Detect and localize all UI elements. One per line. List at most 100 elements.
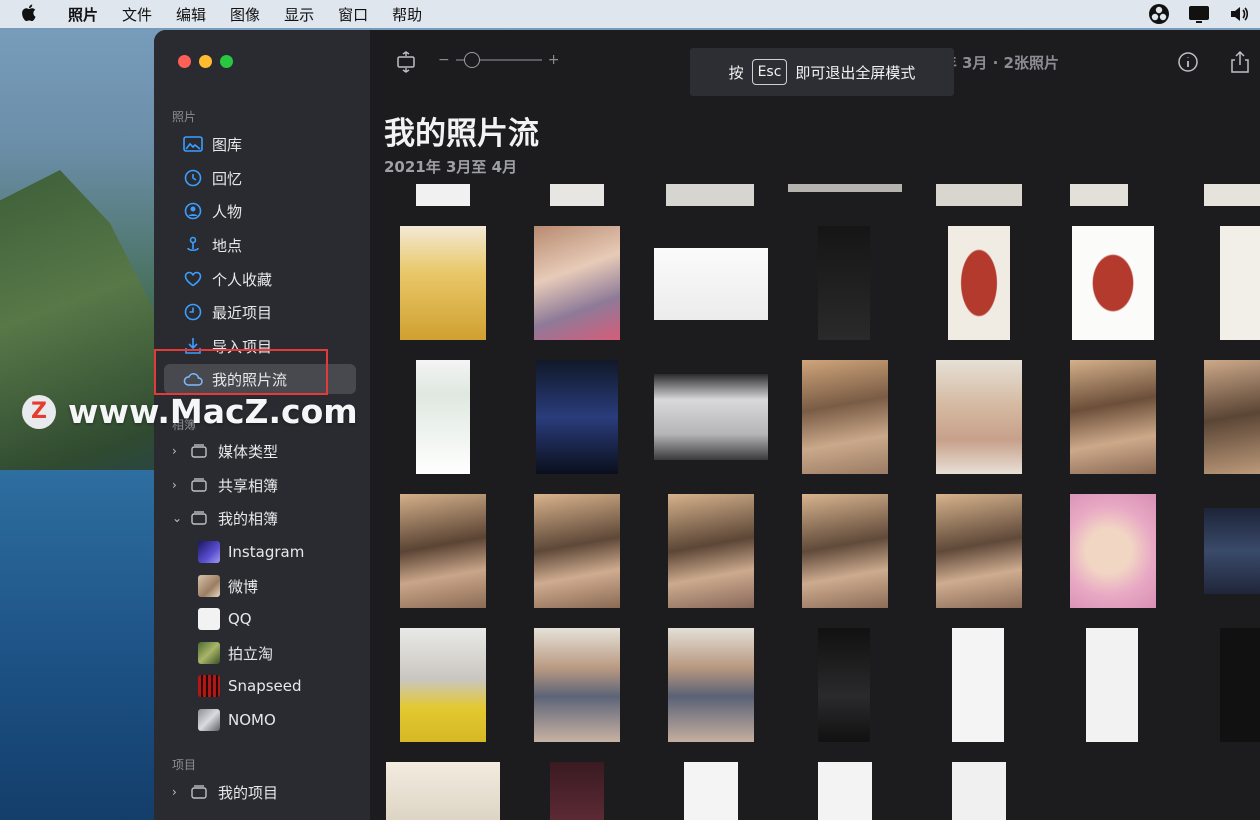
photo-thumbnail[interactable] <box>536 360 618 474</box>
photo-thumbnail[interactable] <box>400 494 486 608</box>
folder-icon <box>188 440 210 462</box>
places-icon <box>182 234 204 256</box>
photo-thumbnail[interactable] <box>550 184 604 206</box>
sidebar-item-library[interactable]: 图库 <box>164 129 356 159</box>
zoom-knob[interactable] <box>463 52 480 68</box>
volume-icon[interactable] <box>1228 4 1250 24</box>
photo-thumbnail[interactable] <box>534 628 620 742</box>
main-content: − + 2021年 3月 · 2张照片 按 Esc 即可退出全屏模式 我的照片流… <box>370 30 1260 820</box>
photo-thumbnail[interactable] <box>416 184 470 206</box>
photo-thumbnail[interactable] <box>818 762 872 820</box>
photo-thumbnail[interactable] <box>1220 226 1260 340</box>
menu-photos[interactable]: 照片 <box>56 4 110 25</box>
photo-thumbnail[interactable] <box>400 226 486 340</box>
menu-edit[interactable]: 编辑 <box>164 4 218 25</box>
chevron-right-icon[interactable]: › <box>172 444 184 458</box>
photo-thumbnail[interactable] <box>1070 494 1156 608</box>
photo-thumbnail[interactable] <box>1204 360 1260 474</box>
photo-grid <box>370 184 1260 820</box>
sidebar-group-shared-albums[interactable]: › 共享相簿 <box>164 470 356 500</box>
watermark-logo: Z <box>22 394 56 429</box>
photo-thumbnail[interactable] <box>1070 360 1156 474</box>
aspect-toggle-icon[interactable] <box>394 50 418 74</box>
album-pailitao[interactable]: 拍立淘 <box>164 638 356 668</box>
section-photos-label: 照片 <box>172 110 197 124</box>
menu-window[interactable]: 窗口 <box>326 4 380 25</box>
photo-thumbnail[interactable] <box>684 762 738 820</box>
menu-view[interactable]: 显示 <box>272 4 326 25</box>
album-qq[interactable]: QQ <box>164 604 356 634</box>
photo-thumbnail[interactable] <box>534 494 620 608</box>
photo-thumbnail[interactable] <box>654 248 768 320</box>
page-subtitle: 2021年 3月至 4月 <box>384 158 518 176</box>
chevron-right-icon[interactable]: › <box>172 785 184 799</box>
menu-help[interactable]: 帮助 <box>380 4 434 25</box>
apple-menu-icon[interactable] <box>0 4 56 25</box>
section-projects-label: 项目 <box>172 758 197 772</box>
photo-thumbnail[interactable] <box>1204 184 1260 206</box>
album-instagram[interactable]: Instagram <box>164 537 356 567</box>
photo-thumbnail[interactable] <box>666 184 754 206</box>
photo-thumbnail[interactable] <box>1220 628 1260 742</box>
photo-thumbnail[interactable] <box>936 360 1022 474</box>
album-nomo[interactable]: NOMO <box>164 705 356 735</box>
info-icon[interactable] <box>1176 50 1200 74</box>
photo-thumbnail[interactable] <box>818 628 870 742</box>
sidebar-item-recents[interactable]: 最近项目 <box>164 297 356 327</box>
photo-thumbnail[interactable] <box>386 762 500 820</box>
photo-thumbnail[interactable] <box>668 628 754 742</box>
photo-thumbnail[interactable] <box>802 360 888 474</box>
photo-thumbnail[interactable] <box>948 226 1010 340</box>
sidebar-item-label: 回忆 <box>212 169 243 188</box>
sidebar-group-media-types[interactable]: › 媒体类型 <box>164 436 356 466</box>
sidebar-item-places[interactable]: 地点 <box>164 230 356 260</box>
notification-icon[interactable] <box>1188 4 1210 24</box>
photo-thumbnail[interactable] <box>550 762 604 820</box>
shared-album-icon <box>188 474 210 496</box>
chevron-right-icon[interactable]: › <box>172 478 184 492</box>
annotation-highlight-box <box>154 349 328 395</box>
photo-thumbnail[interactable] <box>400 628 486 742</box>
menu-file[interactable]: 文件 <box>110 4 164 25</box>
photo-thumbnail[interactable] <box>788 184 902 192</box>
hint-suffix: 即可退出全屏模式 <box>795 63 916 82</box>
share-icon[interactable] <box>1228 50 1252 74</box>
photo-thumbnail[interactable] <box>1204 508 1260 594</box>
photo-thumbnail[interactable] <box>952 628 1004 742</box>
album-thumbnail <box>198 709 220 731</box>
sidebar-item-people[interactable]: 人物 <box>164 196 356 226</box>
photo-thumbnail[interactable] <box>1070 184 1128 206</box>
photo-thumbnail[interactable] <box>534 226 620 340</box>
sidebar-item-favorites[interactable]: 个人收藏 <box>164 264 356 294</box>
people-icon <box>182 200 204 222</box>
photo-thumbnail[interactable] <box>818 226 870 340</box>
close-button[interactable] <box>178 55 191 68</box>
sidebar-group-my-projects[interactable]: › 我的项目 <box>164 777 356 807</box>
screen-recorder-icon[interactable] <box>1148 4 1170 24</box>
photo-thumbnail[interactable] <box>668 494 754 608</box>
photo-thumbnail[interactable] <box>416 360 470 474</box>
zoom-track[interactable] <box>455 52 542 68</box>
photo-thumbnail[interactable] <box>936 494 1022 608</box>
chevron-down-icon[interactable]: ⌄ <box>172 511 184 525</box>
fullscreen-button[interactable] <box>220 55 233 68</box>
sidebar-item-label: 共享相簿 <box>218 476 279 495</box>
photo-thumbnail[interactable] <box>936 184 1022 206</box>
sidebar-item-label: 我的项目 <box>218 783 279 802</box>
minimize-button[interactable] <box>199 55 212 68</box>
album-thumbnail <box>198 575 220 597</box>
album-label: Snapseed <box>228 677 302 695</box>
album-weibo[interactable]: 微博 <box>164 571 356 601</box>
photo-thumbnail[interactable] <box>802 494 888 608</box>
photo-thumbnail[interactable] <box>654 374 768 460</box>
window-controls <box>178 55 233 68</box>
sidebar-item-memories[interactable]: 回忆 <box>164 163 356 193</box>
album-snapseed[interactable]: Snapseed <box>164 671 356 701</box>
photo-thumbnail[interactable] <box>952 762 1006 820</box>
menu-image[interactable]: 图像 <box>218 4 272 25</box>
zoom-slider[interactable]: − + <box>438 52 559 68</box>
photo-thumbnail[interactable] <box>1072 226 1154 340</box>
sidebar-item-label: 我的相簿 <box>218 509 279 528</box>
sidebar-group-my-albums[interactable]: ⌄ 我的相簿 <box>164 503 356 533</box>
photo-thumbnail[interactable] <box>1086 628 1138 742</box>
